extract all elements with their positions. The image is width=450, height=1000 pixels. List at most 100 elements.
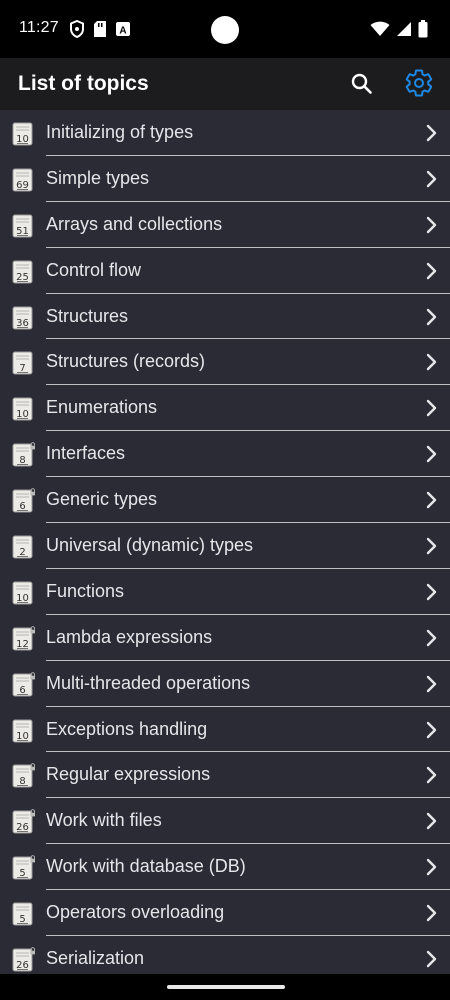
lock-icon (30, 671, 36, 680)
chevron-right-icon (424, 399, 440, 417)
chevron-right-icon (424, 950, 440, 968)
chevron-right-icon (424, 170, 440, 188)
status-left-icons: A (69, 19, 131, 43)
chevron-right-icon (424, 308, 440, 326)
chevron-right-icon (424, 216, 440, 234)
topic-label: Work with files (46, 810, 162, 831)
gear-icon (405, 69, 433, 97)
topic-label: Initializing of types (46, 122, 194, 142)
topic-row[interactable]: 7 Structures (records) (0, 339, 450, 386)
sd-card-icon (93, 20, 107, 43)
lock-icon (30, 763, 36, 771)
topic-row[interactable]: 10 Enumerations (0, 385, 450, 432)
topic-label: Functions (46, 580, 125, 601)
topic-row[interactable]: 6 Multi-threaded operations (0, 661, 450, 707)
topic-label: Structures (records) (46, 351, 206, 372)
topic-label: Universal (dynamic) types (46, 535, 254, 556)
app-bar: List of topics (0, 58, 450, 110)
signal-icon (396, 21, 412, 42)
document-icon: 51 (11, 213, 35, 239)
topic-label: Structures (46, 305, 129, 326)
document-icon: 10 (11, 718, 35, 744)
topic-label: Regular expressions (46, 764, 211, 785)
document-icon: 69 (11, 167, 35, 193)
wifi-icon (370, 21, 390, 42)
topic-row[interactable]: 5 Operators overloading (0, 890, 450, 937)
search-button[interactable] (348, 70, 376, 98)
topic-row[interactable]: 26 Work with files (0, 798, 450, 845)
document-icon: 10 (11, 121, 35, 147)
chevron-right-icon (424, 537, 440, 555)
locked-document-icon: 26 (11, 809, 36, 835)
chevron-right-icon (424, 445, 440, 463)
chevron-right-icon (424, 124, 440, 142)
chevron-right-icon (424, 262, 440, 280)
topic-row[interactable]: 8 Regular expressions (0, 752, 450, 799)
chevron-right-icon (424, 629, 440, 647)
topic-label: Interfaces (46, 443, 126, 464)
lock-icon (30, 855, 36, 863)
chevron-right-icon (424, 491, 440, 509)
navigation-bar (0, 974, 450, 1000)
topic-list: 10 Initializing of types 69 Simple types 51 A… (0, 110, 450, 974)
topic-row[interactable]: 51 Arrays and collections (0, 202, 450, 248)
topic-row[interactable]: 26 Serialization (0, 936, 450, 974)
lock-icon (30, 442, 36, 450)
lock-icon (30, 626, 36, 634)
topic-label: Enumerations (46, 397, 158, 418)
topic-row[interactable]: 8 Interfaces (0, 431, 450, 478)
battery-icon (418, 20, 428, 43)
settings-button[interactable] (404, 68, 434, 98)
topic-row[interactable]: 12 Lambda expressions (0, 615, 450, 661)
lock-icon (30, 947, 36, 955)
vpn-shield-icon (69, 19, 85, 43)
locked-document-icon: 8 (11, 442, 36, 468)
page-title: List of topics (18, 72, 149, 95)
topic-row[interactable]: 10 Functions (0, 569, 450, 615)
topic-label: Work with database (DB) (46, 856, 246, 877)
locked-document-icon: 8 (11, 763, 36, 789)
document-icon: 10 (11, 580, 35, 606)
topic-label: Generic types (46, 489, 158, 510)
locked-document-icon: 26 (11, 947, 36, 973)
status-time: 11:27 (19, 19, 59, 36)
topic-row[interactable]: 2 Universal (dynamic) types (0, 523, 450, 569)
topic-label: Operators overloading (46, 902, 225, 923)
lock-icon (30, 809, 36, 817)
topic-row[interactable]: 6 Generic types (0, 477, 450, 524)
topic-row[interactable]: 25 Control flow (0, 248, 450, 294)
chevron-right-icon (424, 766, 440, 784)
topic-label: Control flow (46, 259, 142, 280)
topic-label: Simple types (46, 167, 150, 188)
camera-cutout (211, 16, 239, 44)
topic-label: Exceptions handling (46, 718, 208, 739)
document-icon: 7 (11, 350, 35, 376)
topic-label: Arrays and collections (46, 213, 223, 234)
topic-row[interactable]: 10 Exceptions handling (0, 707, 450, 753)
locked-document-icon: 5 (11, 855, 36, 881)
chevron-right-icon (424, 721, 440, 739)
svg-text:A: A (119, 26, 126, 37)
topic-row[interactable]: 69 Simple types (0, 156, 450, 202)
document-icon: 5 (11, 901, 35, 927)
chevron-right-icon (424, 675, 440, 693)
document-icon: 25 (11, 259, 35, 285)
chevron-right-icon (424, 353, 440, 371)
topic-row[interactable]: 36 Structures (0, 294, 450, 340)
chevron-right-icon (424, 904, 440, 922)
search-icon (351, 73, 372, 94)
topic-label: Lambda expressions (46, 626, 213, 647)
topic-row[interactable]: 5 Work with database (DB) (0, 844, 450, 891)
status-right-icons (370, 20, 428, 43)
chevron-right-icon (424, 858, 440, 876)
document-icon: 10 (11, 396, 35, 422)
topic-row[interactable]: 10 Initializing of types (0, 110, 450, 156)
document-icon: 2 (11, 534, 35, 560)
status-bar: 11:27 A (0, 0, 450, 58)
chevron-right-icon (424, 583, 440, 601)
topic-label: Multi-threaded operations (46, 672, 251, 693)
locked-document-icon: 6 (11, 488, 36, 514)
keyboard-a-icon: A (115, 21, 131, 42)
gesture-handle[interactable] (167, 985, 285, 989)
topic-label: Serialization (46, 948, 145, 969)
